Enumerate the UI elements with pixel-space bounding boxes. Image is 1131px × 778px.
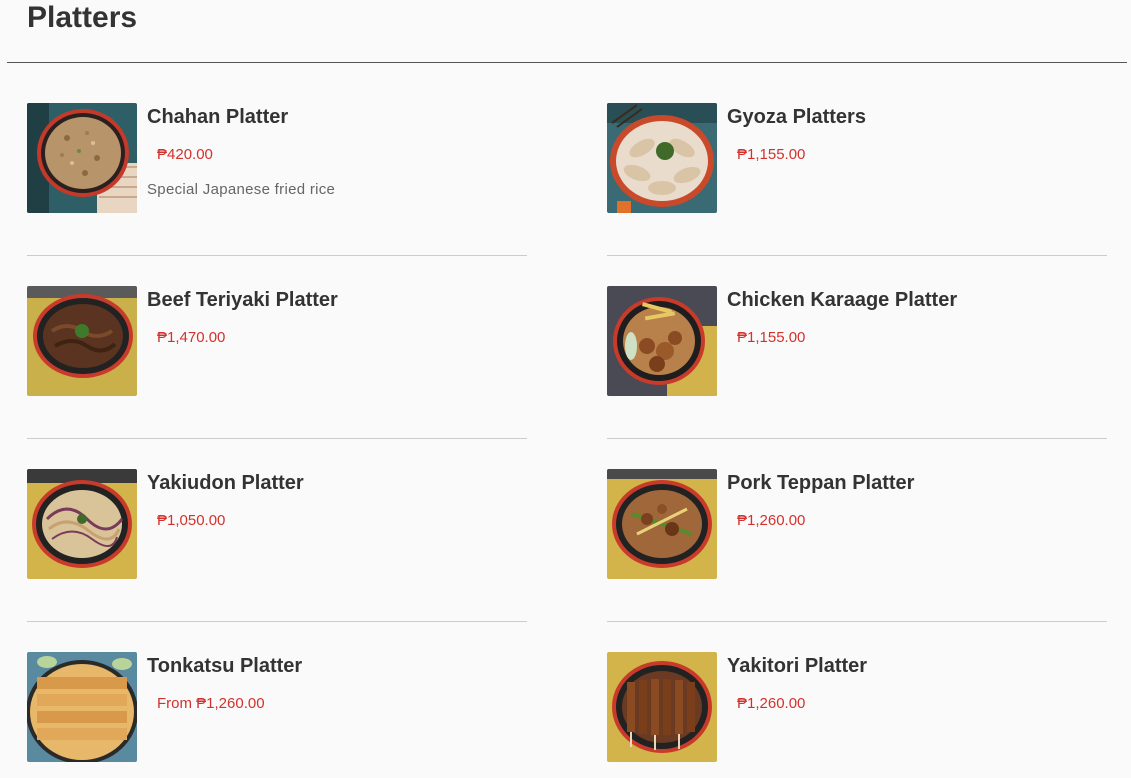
menu-item-yakitori-platter[interactable]: Yakitori Platter ₱1,260.00 [607, 652, 1107, 778]
item-name[interactable]: Beef Teriyaki Platter [147, 288, 338, 312]
item-price: ₱1,155.00 [737, 329, 806, 346]
item-price: From ₱1,260.00 [157, 695, 265, 712]
item-name[interactable]: Yakitori Platter [727, 654, 867, 678]
menu-item-pork-teppan-platter[interactable]: Pork Teppan Platter ₱1,260.00 [607, 469, 1107, 622]
menu-item-chicken-karaage-platter[interactable]: Chicken Karaage Platter ₱1,155.00 [607, 286, 1107, 439]
yakiudon-platter-image[interactable] [27, 469, 137, 579]
fried-rice-platter-image[interactable] [27, 103, 137, 213]
item-price: ₱1,260.00 [737, 512, 806, 529]
item-name[interactable]: Gyoza Platters [727, 105, 866, 129]
item-price: ₱1,260.00 [737, 695, 806, 712]
section-divider [7, 62, 1127, 63]
menu-item-beef-teriyaki-platter[interactable]: Beef Teriyaki Platter ₱1,470.00 [27, 286, 527, 439]
menu-item-yakiudon-platter[interactable]: Yakiudon Platter ₱1,050.00 [27, 469, 527, 622]
item-price: ₱1,050.00 [157, 512, 226, 529]
chicken-karaage-platter-image[interactable] [607, 286, 717, 396]
item-divider [607, 621, 1107, 622]
item-price: ₱1,155.00 [737, 146, 806, 163]
section-title: Platters [27, 1, 138, 34]
item-divider [27, 621, 527, 622]
tonkatsu-platter-image[interactable] [27, 652, 137, 762]
item-price: ₱420.00 [157, 146, 213, 163]
item-description: Special Japanese fried rice [147, 181, 336, 198]
item-name[interactable]: Tonkatsu Platter [147, 654, 302, 678]
menu-item-chahan-platter[interactable]: Chahan Platter ₱420.00 Special Japanese … [27, 103, 527, 256]
menu-item-tonkatsu-platter[interactable]: Tonkatsu Platter From ₱1,260.00 [27, 652, 527, 778]
item-divider [27, 438, 527, 439]
menu-page: Platters Chahan Platter ₱420.00 Special … [0, 0, 1131, 778]
gyoza-platter-image[interactable] [607, 103, 717, 213]
item-divider [27, 255, 527, 256]
pork-teppan-platter-image[interactable] [607, 469, 717, 579]
yakitori-platter-image[interactable] [607, 652, 717, 762]
item-name[interactable]: Yakiudon Platter [147, 471, 304, 495]
item-divider [607, 255, 1107, 256]
item-divider [607, 438, 1107, 439]
item-name[interactable]: Chahan Platter [147, 105, 288, 129]
item-price: ₱1,470.00 [157, 329, 226, 346]
menu-item-gyoza-platters[interactable]: Gyoza Platters ₱1,155.00 [607, 103, 1107, 256]
item-name[interactable]: Chicken Karaage Platter [727, 288, 957, 312]
beef-teriyaki-platter-image[interactable] [27, 286, 137, 396]
item-name[interactable]: Pork Teppan Platter [727, 471, 914, 495]
